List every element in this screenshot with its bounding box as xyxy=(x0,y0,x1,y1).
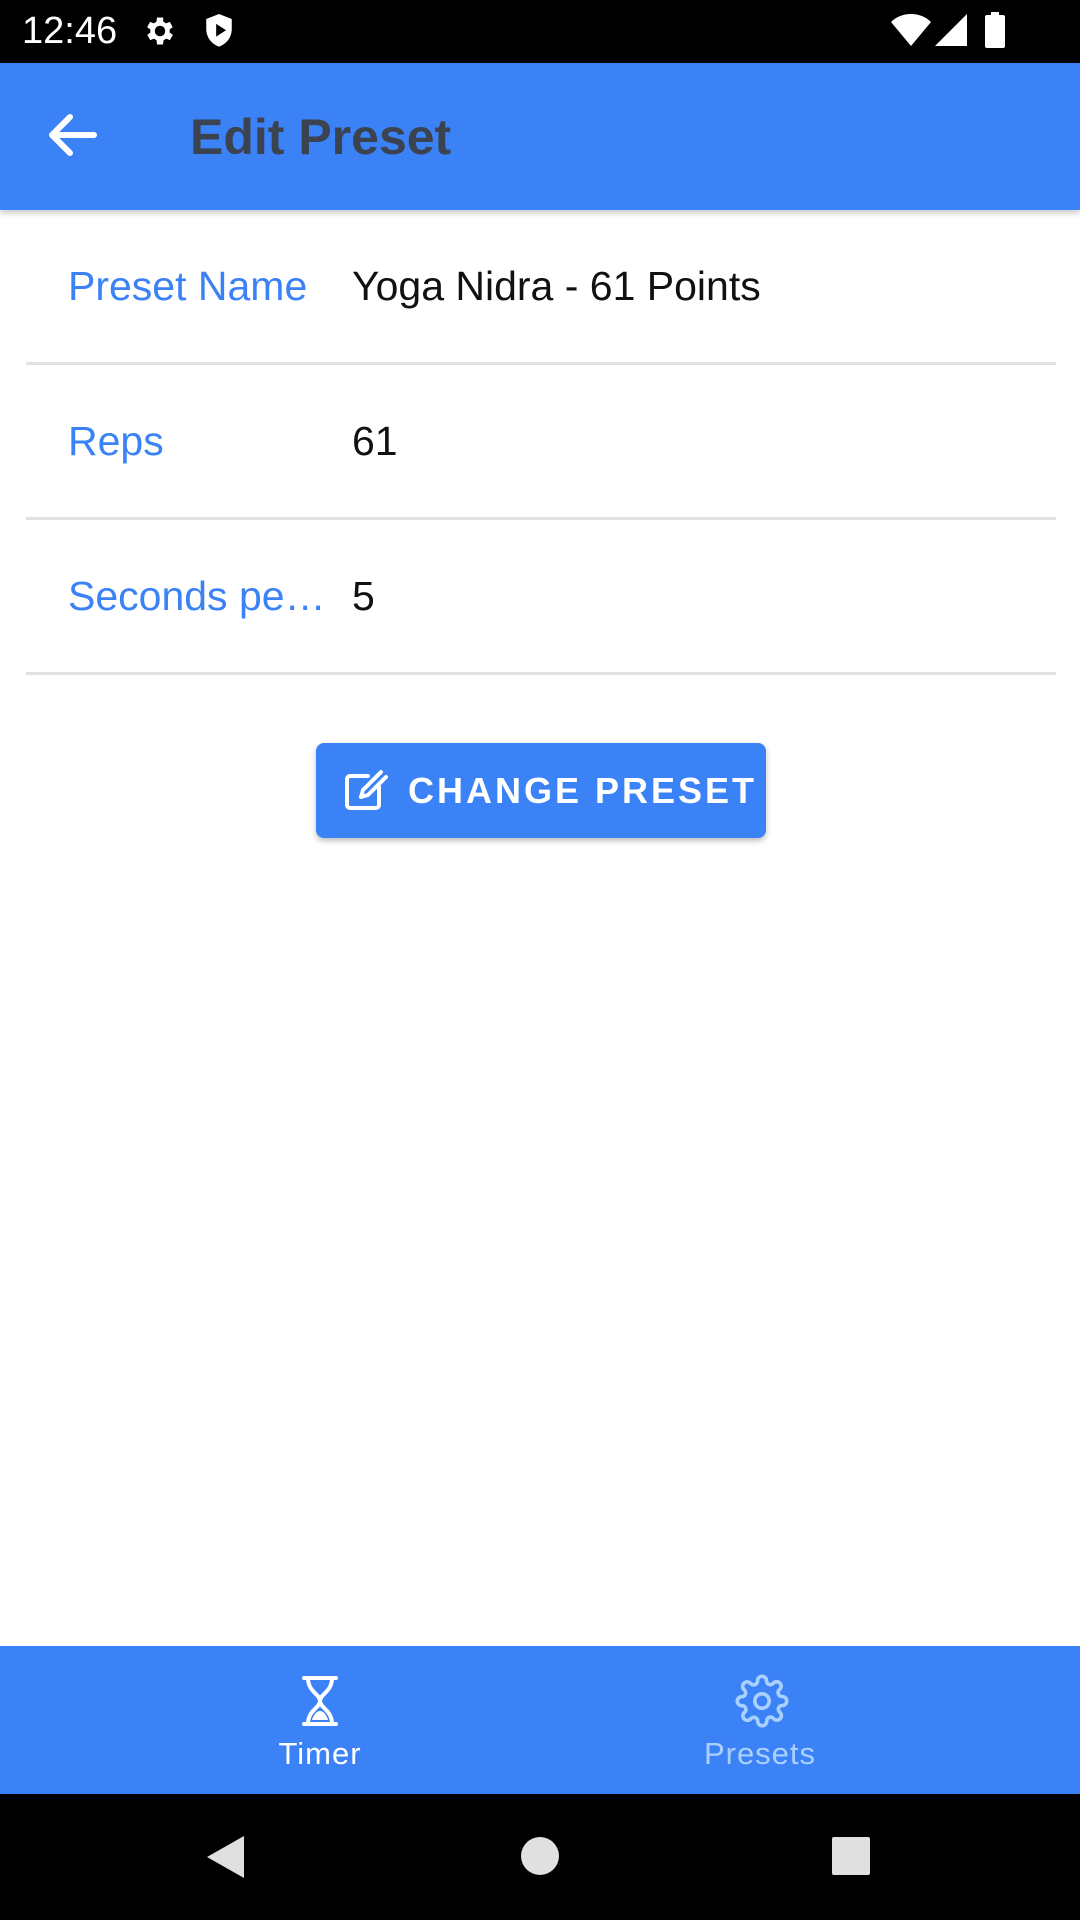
nav-item-presets[interactable]: Presets xyxy=(490,1646,1030,1794)
preset-form: Preset Name Yoga Nidra - 61 Points Reps … xyxy=(26,210,1056,675)
status-bar: 12:46 xyxy=(0,0,1080,63)
status-time: 12:46 xyxy=(22,10,118,52)
seconds-per-label: Seconds per… xyxy=(68,572,328,619)
nav-label-presets: Presets xyxy=(703,1736,817,1771)
app-bar: Edit Preset xyxy=(0,63,1080,210)
seconds-per-row: Seconds per… 5 xyxy=(26,520,1056,675)
reps-input[interactable]: 61 xyxy=(352,365,1042,517)
home-circle-icon[interactable] xyxy=(519,1835,561,1882)
battery-icon xyxy=(984,12,1006,48)
edit-icon xyxy=(342,767,388,818)
seconds-per-input[interactable]: 5 xyxy=(352,520,1042,672)
wifi-icon xyxy=(890,13,932,47)
page-title: Edit Preset xyxy=(190,109,452,165)
preset-name-input[interactable]: Yoga Nidra - 61 Points xyxy=(352,210,1042,362)
hourglass-icon xyxy=(295,1674,345,1733)
reps-row: Reps 61 xyxy=(26,365,1056,520)
back-button[interactable] xyxy=(30,105,114,169)
system-navigation-bar xyxy=(0,1794,1080,1920)
settings-icon xyxy=(142,13,178,49)
preset-name-label: Preset Name xyxy=(68,262,308,309)
bottom-navigation: Timer Presets xyxy=(0,1646,1080,1794)
recents-square-icon[interactable] xyxy=(831,1836,871,1881)
back-triangle-icon[interactable] xyxy=(204,1834,246,1885)
gear-icon xyxy=(735,1674,789,1733)
change-preset-label: CHANGE PRESET xyxy=(408,769,758,811)
arrow-left-icon xyxy=(47,113,97,162)
reps-label: Reps xyxy=(68,417,164,464)
edit-preset-screen: 12:46 Edit Preset Preset Name Yoga Nidra… xyxy=(0,0,1080,1920)
change-preset-button[interactable]: CHANGE PRESET xyxy=(316,743,766,838)
shield-icon xyxy=(202,12,236,50)
preset-name-row: Preset Name Yoga Nidra - 61 Points xyxy=(26,210,1056,365)
signal-icon xyxy=(934,13,968,47)
